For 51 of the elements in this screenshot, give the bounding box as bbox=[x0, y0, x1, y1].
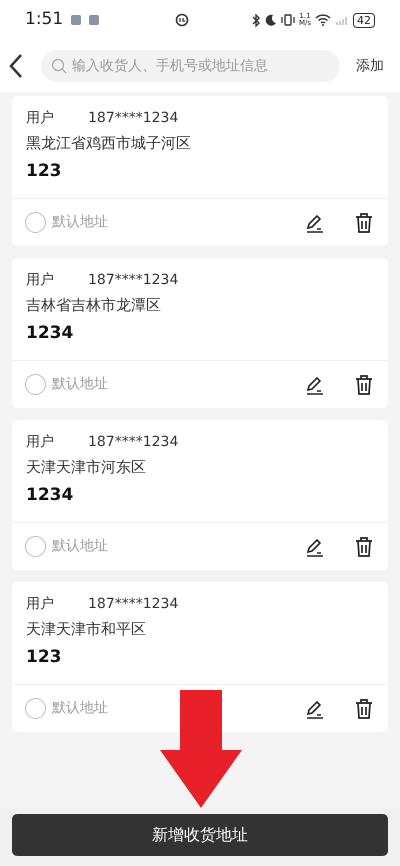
recipient-phone: 187****1234 bbox=[88, 271, 178, 290]
recipient-name: 用户 bbox=[26, 595, 55, 614]
address-card[interactable]: 用户 187****1234 天津天津市和平区 123 默认地址 bbox=[12, 582, 388, 732]
address-region: 吉林省吉林市龙潭区 bbox=[26, 295, 162, 316]
bluetooth-icon bbox=[252, 14, 261, 26]
address-card[interactable]: 用户 187****1234 天津天津市河东区 1234 默认地址 bbox=[12, 420, 388, 570]
default-address-label: 默认地址 bbox=[52, 213, 108, 232]
moon-icon bbox=[264, 14, 277, 26]
delete-icon[interactable] bbox=[355, 212, 373, 232]
default-radio[interactable] bbox=[25, 374, 46, 395]
edit-icon[interactable] bbox=[305, 698, 325, 718]
address-detail: 1234 bbox=[26, 484, 74, 506]
notification-icon bbox=[71, 15, 82, 25]
edit-icon[interactable] bbox=[305, 212, 325, 232]
status-time: 1:51 bbox=[25, 8, 64, 32]
back-icon[interactable] bbox=[8, 53, 24, 79]
recipient-phone: 187****1234 bbox=[88, 595, 178, 614]
edit-icon[interactable] bbox=[305, 536, 325, 556]
recipient-phone: 187****1234 bbox=[88, 433, 178, 452]
delete-icon[interactable] bbox=[355, 374, 373, 394]
notification-icon bbox=[89, 15, 100, 25]
delete-icon[interactable] bbox=[355, 536, 373, 556]
search-icon bbox=[51, 58, 67, 74]
default-address-label: 默认地址 bbox=[52, 375, 108, 394]
address-region: 天津天津市河东区 bbox=[26, 457, 147, 478]
default-radio[interactable] bbox=[25, 536, 46, 557]
recipient-phone: 187****1234 bbox=[88, 109, 178, 128]
default-address-label: 默认地址 bbox=[52, 537, 108, 556]
delete-icon[interactable] bbox=[355, 698, 373, 718]
wifi-icon bbox=[315, 14, 331, 26]
default-address-label: 默认地址 bbox=[52, 699, 108, 718]
recipient-name: 用户 bbox=[26, 271, 55, 290]
recipient-name: 用户 bbox=[26, 109, 55, 128]
battery-indicator: 42 bbox=[353, 12, 375, 28]
address-detail: 1234 bbox=[26, 322, 74, 344]
add-address-button[interactable]: 新增收货地址 bbox=[12, 814, 388, 856]
vibrate-icon bbox=[280, 14, 295, 26]
add-button[interactable]: 添加 bbox=[356, 56, 384, 76]
default-radio[interactable] bbox=[25, 698, 46, 719]
signal-icon bbox=[335, 14, 349, 26]
address-detail: 123 bbox=[26, 646, 62, 668]
edit-icon[interactable] bbox=[305, 374, 325, 394]
address-detail: 123 bbox=[26, 160, 62, 182]
address-region: 天津天津市和平区 bbox=[26, 619, 147, 640]
address-region: 黑龙江省鸡西市城子河区 bbox=[26, 133, 192, 154]
search-input[interactable]: 输入收货人、手机号或地址信息 bbox=[72, 56, 330, 76]
address-card[interactable]: 用户 187****1234 黑龙江省鸡西市城子河区 123 默认地址 bbox=[12, 96, 388, 246]
recipient-name: 用户 bbox=[26, 433, 55, 452]
search-field[interactable]: 输入收货人、手机号或地址信息 bbox=[41, 50, 340, 82]
default-radio[interactable] bbox=[25, 212, 46, 233]
address-card[interactable]: 用户 187****1234 吉林省吉林市龙潭区 1234 默认地址 bbox=[12, 258, 388, 408]
